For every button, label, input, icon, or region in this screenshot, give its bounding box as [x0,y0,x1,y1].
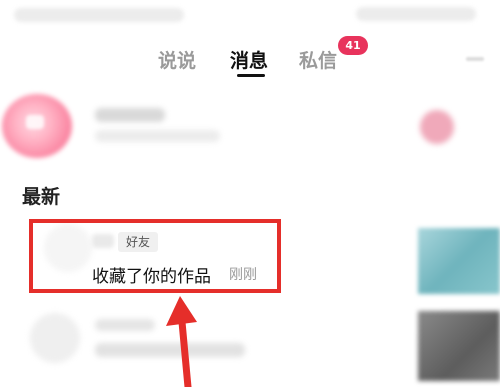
annotation-arrow-icon [166,296,197,387]
